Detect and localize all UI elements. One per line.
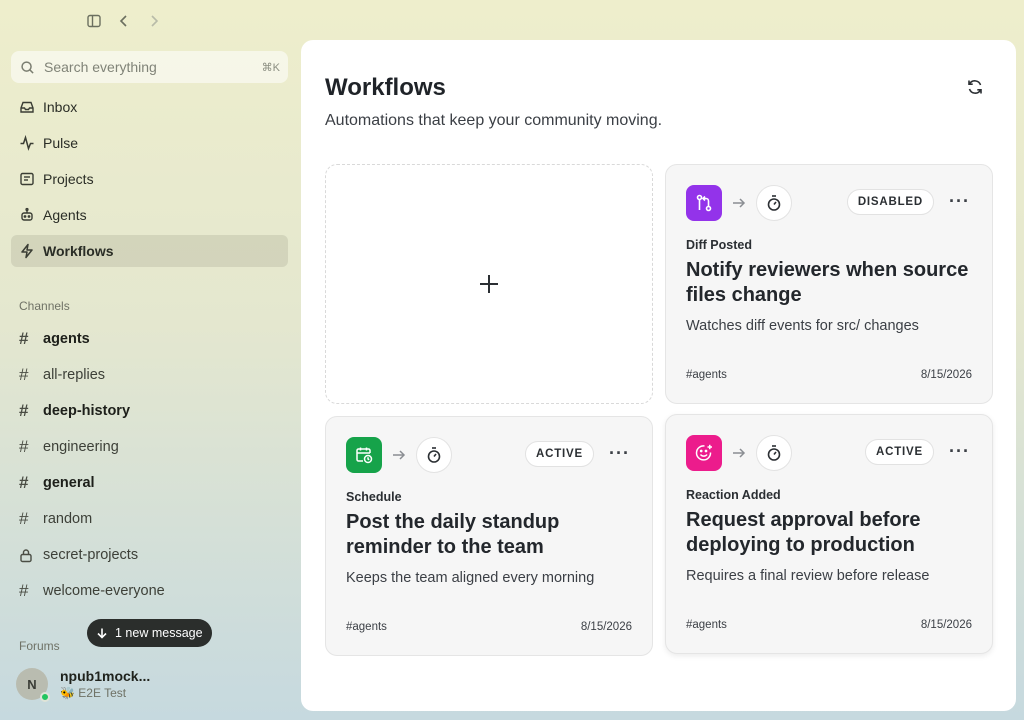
workflow-flow: [346, 437, 452, 473]
sidebar-item-workflows[interactable]: Workflows: [11, 235, 288, 267]
workflow-title: Post the daily standup reminder to the t…: [346, 511, 560, 558]
workflow-description: Requires a final review before release: [686, 568, 930, 584]
more-options-icon[interactable]: ···: [609, 444, 630, 462]
search-placeholder: Search everything: [44, 59, 157, 75]
workflow-channel: #agents: [686, 619, 727, 631]
sidebar: Search everything ⌘K Inbox Pulse Project…: [0, 0, 300, 720]
workflow-date: 8/15/2026: [920, 369, 972, 381]
channel-secret-projects[interactable]: secret-projects: [11, 539, 288, 571]
hash-icon: #: [19, 329, 29, 348]
hash-icon: #: [19, 473, 29, 492]
refresh-icon[interactable]: [966, 78, 986, 98]
online-indicator: [40, 692, 50, 702]
page-title: Workflows: [325, 74, 446, 101]
arrow-right-icon: [732, 197, 746, 209]
hash-icon: #: [19, 581, 29, 600]
channel-agents[interactable]: # agents: [11, 323, 288, 355]
sidebar-item-pulse[interactable]: Pulse: [11, 127, 288, 159]
pulse-icon: [19, 135, 35, 151]
more-options-icon[interactable]: ···: [949, 192, 970, 210]
timer-icon: [416, 437, 452, 473]
workflow-title: Notify reviewers when source files chang…: [686, 259, 969, 306]
inbox-icon: [19, 99, 35, 115]
search-input[interactable]: Search everything ⌘K: [11, 51, 288, 83]
hash-icon: #: [19, 365, 29, 384]
trigger-name: Diff Posted: [686, 238, 752, 252]
hash-icon: #: [19, 437, 29, 456]
timer-icon: [756, 435, 792, 471]
channels-heading: Channels: [19, 299, 70, 313]
sidebar-item-label: Agents: [43, 207, 87, 223]
workflow-description: Keeps the team aligned every morning: [346, 570, 595, 586]
sidebar-nav: Inbox Pulse Projects Agents Workflows: [11, 91, 288, 271]
hash-icon: #: [19, 509, 29, 528]
workflow-flow: [686, 185, 792, 221]
calendar-clock-icon: [346, 437, 382, 473]
search-icon: [20, 60, 35, 75]
hash-icon: #: [19, 401, 29, 420]
workflow-flow: [686, 435, 792, 471]
git-diff-icon: [686, 185, 722, 221]
workflow-channel: #agents: [346, 621, 387, 633]
user-status: 🐝 E2E Test: [60, 686, 127, 700]
channel-random[interactable]: # random: [11, 503, 288, 535]
search-shortcut: ⌘K: [261, 61, 280, 74]
user-name: npub1mock...: [60, 668, 151, 684]
sidebar-item-label: Pulse: [43, 135, 79, 151]
trigger-name: Schedule: [346, 490, 402, 504]
lock-icon: [19, 548, 35, 563]
workflow-channel: #agents: [686, 369, 727, 381]
workflow-date: 8/15/2026: [920, 619, 972, 631]
timer-icon: [756, 185, 792, 221]
sidebar-item-inbox[interactable]: Inbox: [11, 91, 288, 123]
current-user[interactable]: N npub1mock... 🐝 E2E Test: [16, 668, 151, 702]
sidebar-item-projects[interactable]: Projects: [11, 163, 288, 195]
channel-general[interactable]: # general: [11, 467, 288, 499]
sidebar-item-agents[interactable]: Agents: [11, 199, 288, 231]
plus-icon: [478, 273, 500, 295]
channel-welcome-everyone[interactable]: # welcome-everyone: [11, 575, 288, 607]
main-panel: Workflows Automations that keep your com…: [301, 40, 1016, 711]
more-options-icon[interactable]: ···: [949, 442, 970, 460]
channel-engineering[interactable]: # engineering: [11, 431, 288, 463]
status-badge: ACTIVE: [865, 439, 934, 465]
workflows-icon: [19, 243, 35, 259]
channel-deep-history[interactable]: # deep-history: [11, 395, 288, 427]
page-subtitle: Automations that keep your community mov…: [325, 112, 663, 129]
smile-plus-icon: [686, 435, 722, 471]
projects-icon: [19, 171, 35, 187]
trigger-name: Reaction Added: [686, 488, 781, 502]
forums-heading: Forums: [19, 639, 60, 653]
workflow-description: Watches diff events for src/ changes: [686, 318, 919, 334]
sidebar-item-label: Workflows: [43, 243, 114, 259]
sidebar-item-label: Projects: [43, 171, 94, 187]
workflow-card[interactable]: ACTIVE ··· Reaction Added Request approv…: [665, 414, 993, 654]
workflow-title: Request approval before deploying to pro…: [686, 509, 921, 556]
arrow-right-icon: [392, 449, 406, 461]
new-message-button[interactable]: 1 new message: [87, 619, 212, 647]
workflow-card[interactable]: DISABLED ··· Diff Posted Notify reviewer…: [665, 164, 993, 404]
sidebar-item-label: Inbox: [43, 99, 78, 115]
status-badge: DISABLED: [846, 189, 934, 215]
agents-icon: [19, 207, 35, 223]
arrow-down-icon: [96, 627, 108, 639]
status-badge: ACTIVE: [525, 441, 594, 467]
workflow-date: 8/15/2026: [580, 621, 632, 633]
channel-all-replies[interactable]: # all-replies: [11, 359, 288, 391]
avatar: N: [16, 668, 50, 702]
arrow-right-icon: [732, 447, 746, 459]
new-workflow-card[interactable]: [325, 164, 653, 404]
channel-list: # agents # all-replies # deep-history # engi…: [11, 323, 288, 611]
workflow-card[interactable]: ACTIVE ··· Schedule Post the daily stand…: [325, 416, 653, 656]
